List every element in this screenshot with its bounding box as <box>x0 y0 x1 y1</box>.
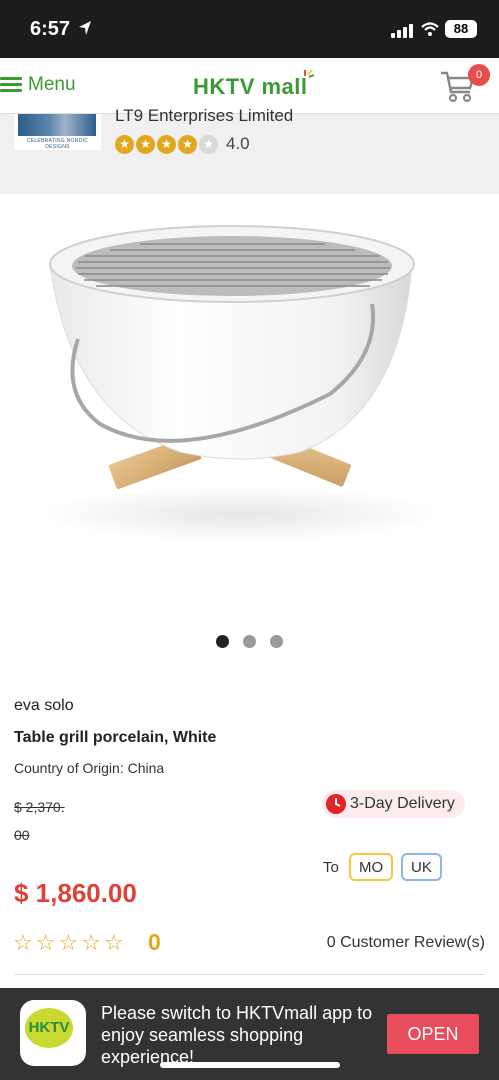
status-bar: 6:57 88 <box>0 0 499 58</box>
delivery-badge: 3-Day Delivery <box>322 790 465 818</box>
store-logo-graphic <box>18 114 96 136</box>
star-outline-icon: ☆ <box>103 930 124 955</box>
hktv-app-icon: HKTV <box>20 1000 86 1066</box>
ship-to-label: To <box>323 859 339 876</box>
logo-spark-icon <box>304 69 315 78</box>
menu-label: Menu <box>28 74 76 95</box>
app-icon-text: HKTV <box>25 1008 73 1048</box>
star-filled-icon: ★ <box>136 134 155 154</box>
wifi-icon <box>421 22 439 36</box>
customer-reviews-link[interactable]: 0 Customer Review(s) <box>327 934 485 952</box>
store-logo[interactable]: CELEBRATING NORDIC DESIGNS <box>14 114 101 150</box>
gallery-pagination <box>216 635 283 648</box>
clock-icon <box>326 794 346 814</box>
product-title: Table grill porcelain, White <box>14 729 217 746</box>
product-brand[interactable]: eva solo <box>14 697 74 715</box>
gallery-dot[interactable] <box>243 635 256 648</box>
home-indicator <box>160 1062 340 1068</box>
status-time: 6:57 <box>30 18 71 40</box>
store-rating: ★ ★ ★ ★ ★ 4.0 <box>115 134 250 154</box>
menu-button[interactable]: Menu <box>0 74 76 96</box>
store-logo-caption: CELEBRATING NORDIC DESIGNS <box>26 138 89 150</box>
star-outline-icon: ☆ <box>81 930 101 955</box>
divider <box>14 974 485 975</box>
location-arrow-icon <box>79 21 91 35</box>
gallery-dot[interactable] <box>270 635 283 648</box>
gallery-dot[interactable] <box>216 635 229 648</box>
table-grill-image <box>40 225 440 542</box>
original-price: $ 2,370. 00 <box>14 799 65 843</box>
product-image[interactable] <box>0 194 499 664</box>
battery-icon: 88 <box>445 20 477 38</box>
store-name[interactable]: LT9 Enterprises Limited <box>115 106 293 126</box>
star-outline-icon: ☆ <box>35 930 56 955</box>
review-stars: ☆ ☆ ☆ ☆ ☆ <box>13 930 124 956</box>
star-filled-icon: ★ <box>115 134 134 154</box>
star-outline-icon: ☆ <box>58 930 79 955</box>
star-filled-icon: ★ <box>157 134 176 154</box>
star-empty-icon: ★ <box>199 134 218 154</box>
review-score: 0 <box>148 929 161 955</box>
delivery-label: 3-Day Delivery <box>350 795 455 812</box>
cart-count-badge: 0 <box>468 64 490 86</box>
star-filled-icon: ★ <box>178 134 197 154</box>
signal-icon <box>391 24 413 38</box>
hktvmall-logo[interactable]: HKTV mall <box>193 74 308 100</box>
star-outline-icon: ☆ <box>13 930 33 955</box>
store-info: CELEBRATING NORDIC DESIGNS LT9 Enterpris… <box>0 106 499 194</box>
product-price: $ 1,860.00 <box>14 878 137 908</box>
store-rating-value: 4.0 <box>226 134 250 153</box>
open-app-button[interactable]: OPEN <box>387 1014 479 1054</box>
banner-message: Please switch to HKTVmall app to enjoy s… <box>101 1003 373 1067</box>
product-origin: Country of Origin: China <box>14 760 165 776</box>
region-mo-badge: MO <box>349 853 394 881</box>
hamburger-icon <box>0 77 22 93</box>
region-uk-badge: UK <box>401 853 442 881</box>
